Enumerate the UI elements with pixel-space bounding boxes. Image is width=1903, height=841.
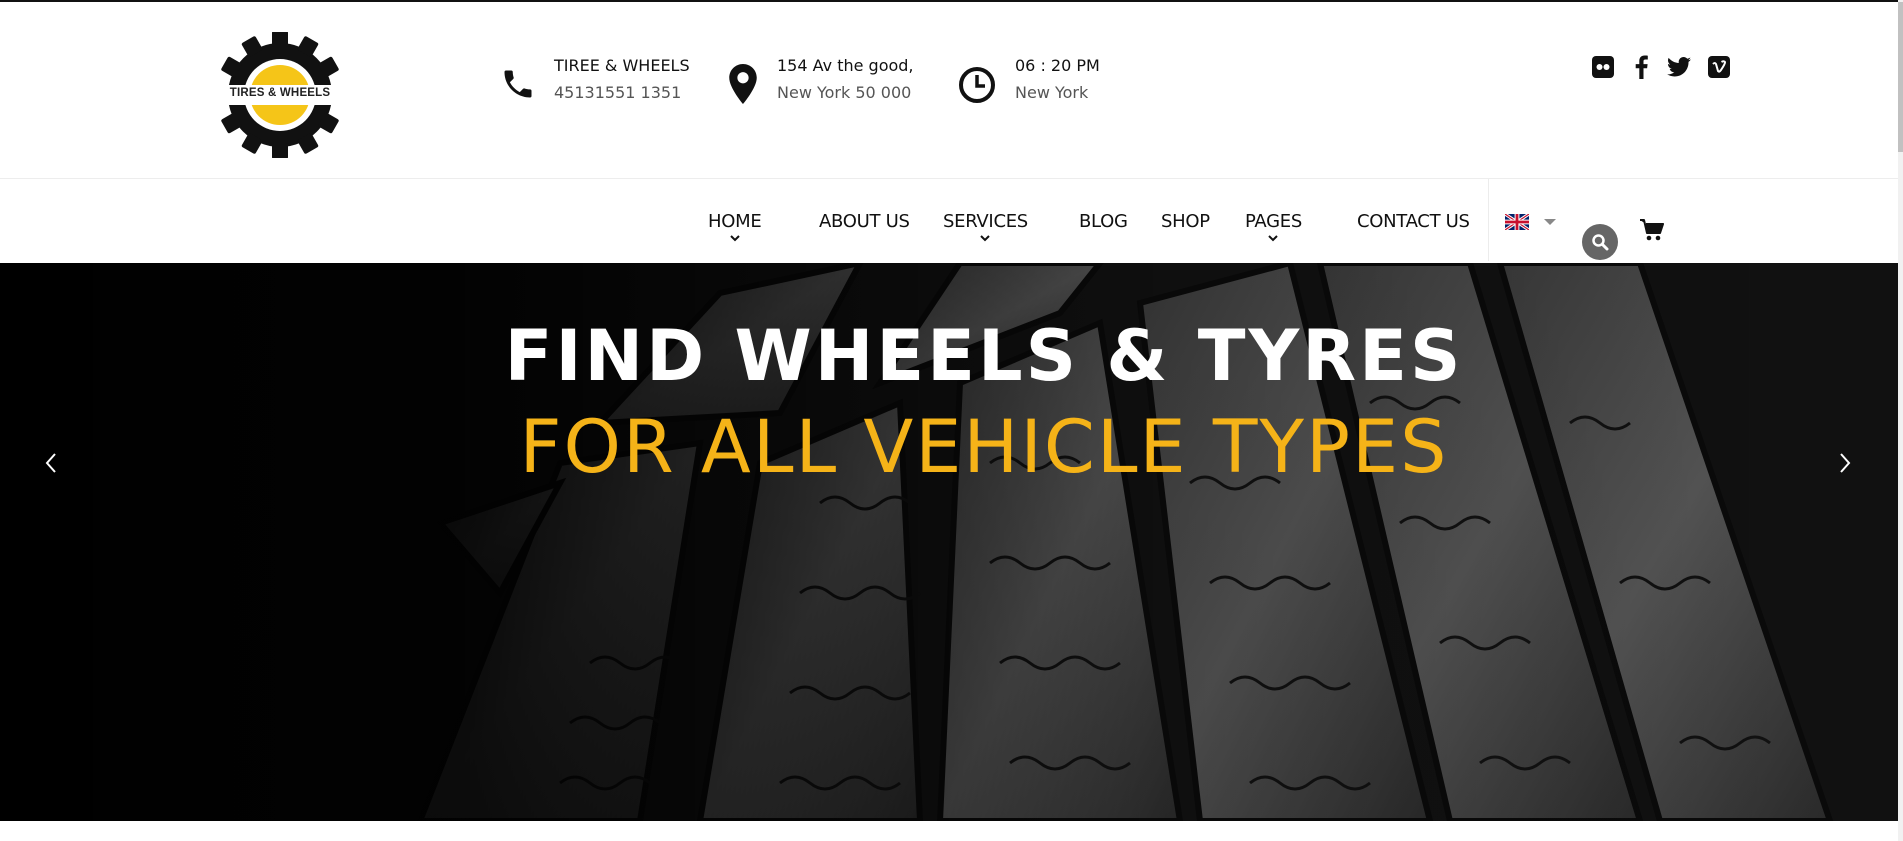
hero-title: FIND WHEELS & TYRES — [504, 315, 1464, 397]
page-scrollbar[interactable] — [1898, 0, 1903, 841]
address-line1: 154 Av the good, — [777, 56, 914, 75]
search-icon — [1592, 234, 1609, 251]
chevron-down-icon — [980, 235, 991, 242]
slider-prev-button[interactable] — [36, 443, 66, 483]
scrollbar-thumb[interactable] — [1898, 2, 1903, 152]
clock-icon — [958, 66, 996, 108]
phone-title: TIREE & WHEELS — [554, 56, 690, 75]
address-line2: New York 50 000 — [777, 83, 912, 102]
hero-slider: FIND WHEELS & TYRES FOR ALL VEHICLE TYPE… — [0, 263, 1898, 821]
nav-item-about-us[interactable]: ABOUT US — [819, 211, 910, 232]
vimeo-icon[interactable] — [1706, 54, 1732, 80]
nav-item-contact-us[interactable]: CONTACT US — [1357, 211, 1470, 232]
nav-label: SHOP — [1161, 211, 1210, 232]
nav-divider — [1488, 179, 1489, 261]
nav-label: ABOUT US — [819, 211, 910, 232]
chevron-down-icon — [1268, 235, 1279, 242]
main-nav: HOME ABOUT US SERVICES BLOG SHOP PAGES C… — [0, 179, 1898, 262]
hero-subtitle: FOR ALL VEHICLE TYPES — [519, 405, 1449, 490]
phone-icon — [500, 66, 536, 106]
page-bottom — [0, 821, 1898, 841]
facebook-icon[interactable] — [1628, 54, 1654, 80]
slider-next-button[interactable] — [1830, 443, 1860, 483]
nav-label: SERVICES — [943, 211, 1028, 232]
site-logo[interactable]: TIRES & WHEELS — [220, 32, 340, 158]
nav-label: HOME — [708, 211, 762, 232]
site-header: TIRES & WHEELS TIREE & WHEELS 45131551 1… — [0, 2, 1898, 179]
chevron-left-icon — [45, 453, 56, 473]
search-button[interactable] — [1582, 224, 1618, 260]
cart-icon — [1640, 219, 1664, 241]
nav-item-shop[interactable]: SHOP — [1161, 211, 1210, 232]
map-pin-icon — [728, 64, 758, 108]
cart-button[interactable] — [1640, 219, 1664, 245]
uk-flag-icon[interactable] — [1505, 214, 1529, 230]
nav-label: CONTACT US — [1357, 211, 1470, 232]
nav-item-pages[interactable]: PAGES — [1245, 211, 1302, 242]
chevron-right-icon — [1840, 453, 1851, 473]
language-dropdown-caret-icon[interactable] — [1544, 219, 1556, 225]
hours-location: New York — [1015, 83, 1089, 102]
nav-item-blog[interactable]: BLOG — [1079, 211, 1128, 232]
nav-label: BLOG — [1079, 211, 1128, 232]
logo-text: TIRES & WHEELS — [229, 87, 331, 99]
nav-item-services[interactable]: SERVICES — [943, 211, 1028, 242]
flickr-icon[interactable] — [1590, 54, 1616, 80]
phone-number[interactable]: 45131551 1351 — [554, 83, 681, 102]
nav-item-home[interactable]: HOME — [708, 211, 762, 242]
hours-time: 06 : 20 PM — [1015, 56, 1100, 75]
twitter-icon[interactable] — [1666, 54, 1692, 80]
nav-label: PAGES — [1245, 211, 1302, 232]
chevron-down-icon — [729, 235, 740, 242]
